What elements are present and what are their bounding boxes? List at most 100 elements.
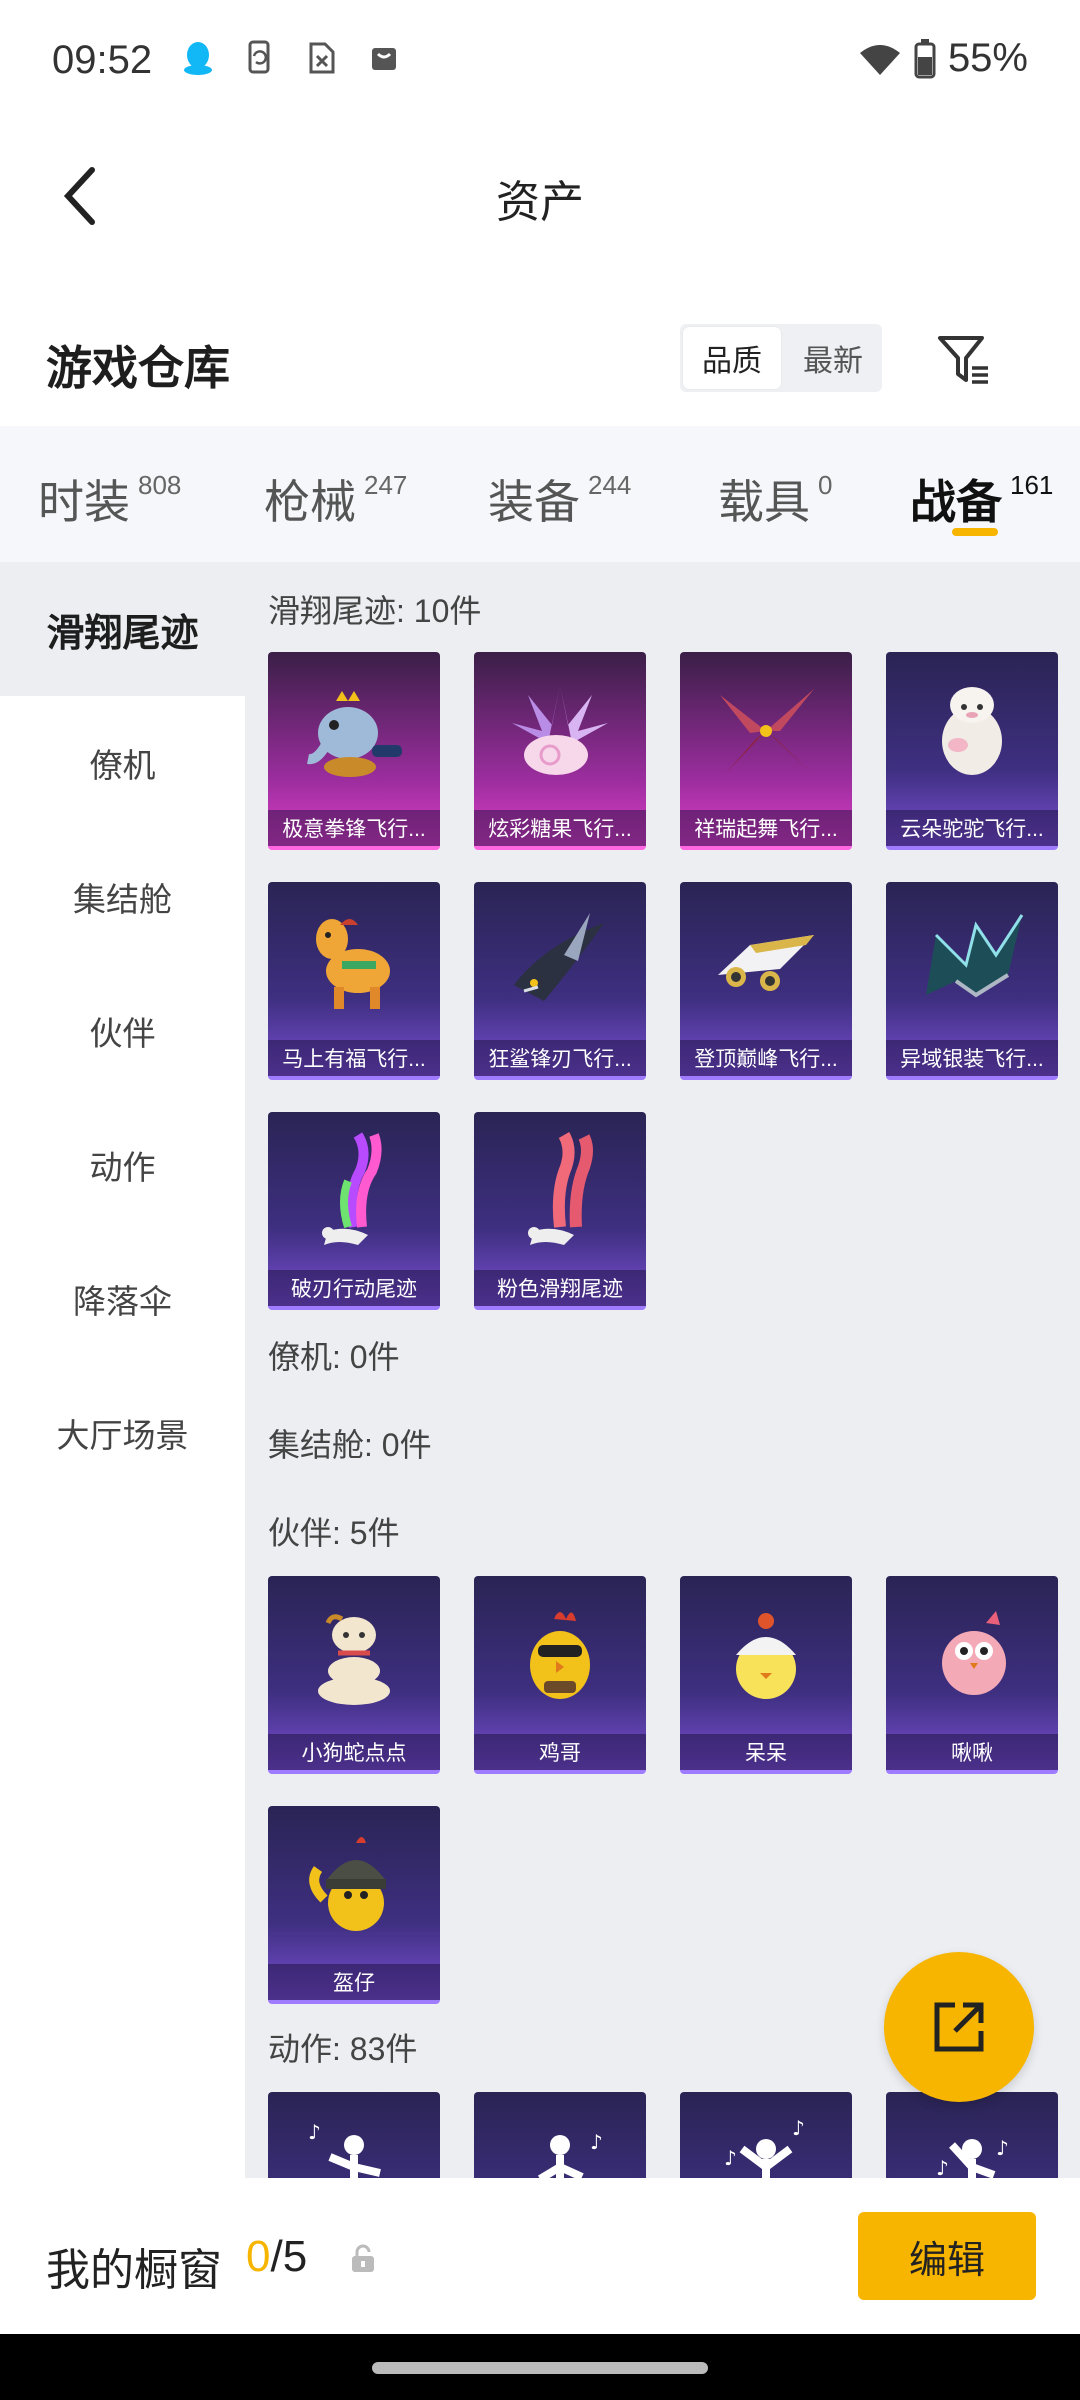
exotic-silver-wings-image [916, 902, 1028, 1020]
sort-newest-option[interactable]: 最新 [784, 324, 882, 392]
item-card[interactable]: 小狗蛇点点 [268, 1576, 440, 1774]
chicken-bro-image [504, 1596, 616, 1714]
side-item-action[interactable]: 动作 [0, 1098, 245, 1232]
dudu-chick-image [710, 1596, 822, 1714]
side-item-glide-trail[interactable]: 滑翔尾迹 [0, 562, 245, 696]
status-time: 09:52 [52, 38, 153, 82]
item-card[interactable]: 登顶巅峰飞行... [680, 882, 852, 1080]
phone-sync-icon [242, 40, 278, 76]
side-item-parachute[interactable]: 降落伞 [0, 1232, 245, 1366]
showcase-total: /5 [270, 2232, 308, 2281]
item-card[interactable]: 鸡哥 [474, 1576, 646, 1774]
rainbow-trail-image [298, 1132, 410, 1250]
wifi-icon [859, 44, 900, 75]
pink-trail-image [504, 1132, 616, 1250]
item-card[interactable]: 马上有福飞行... [268, 882, 440, 1080]
showcase-count: 0/5 [246, 2232, 307, 2282]
page-title: 资产 [496, 178, 584, 227]
tab-firearms[interactable]: 枪械 247 [264, 466, 407, 532]
bag-icon [366, 40, 402, 76]
item-label: 粉色滑翔尾迹 [474, 1270, 646, 1306]
tab-label: 载具 [718, 476, 810, 528]
section-title-wingman: 僚机: 0件 [268, 1339, 400, 1375]
item-card[interactable]: 极意拳锋飞行... [268, 652, 440, 850]
helmet-chick-image [298, 1826, 410, 1944]
dance-pose-image: ♪ [504, 2112, 616, 2178]
tab-equipment[interactable]: 装备 244 [488, 466, 631, 532]
dance-pose-image: ♪ ♪ [916, 2112, 1028, 2178]
lock-icon [352, 2244, 374, 2272]
sort-quality-option[interactable]: 品质 [683, 327, 781, 389]
item-label: 盔仔 [268, 1964, 440, 2000]
item-card[interactable]: 云朵驼驼飞行... [886, 652, 1058, 850]
filter-icon [938, 336, 988, 384]
tab-count: 0 [818, 470, 833, 500]
item-card[interactable]: 啾啾 [886, 1576, 1058, 1774]
active-tab-indicator [952, 528, 998, 536]
svg-text:♪: ♪ [308, 2120, 321, 2144]
item-card[interactable]: 破刃行动尾迹 [268, 1112, 440, 1310]
share-button[interactable] [884, 1952, 1034, 2102]
puppy-snake-image [298, 1596, 410, 1714]
item-content: 滑翔尾迹: 10件 极意拳锋飞行... 炫彩糖果飞行... 祥瑞起舞飞行... … [245, 562, 1080, 2178]
warehouse-header: 游戏仓库 品质 最新 [0, 300, 1080, 426]
shark-blade-image [504, 902, 616, 1020]
external-link-icon [934, 2002, 984, 2052]
tab-label: 装备 [488, 476, 580, 528]
side-item-lobby-scene[interactable]: 大厅场景 [0, 1366, 245, 1500]
section-title-action: 动作: 83件 [268, 2031, 418, 2067]
item-card[interactable]: 呆呆 [680, 1576, 852, 1774]
showcase-label: 我的橱窗 [46, 2246, 222, 2295]
action-card[interactable]: ♪ [474, 2092, 646, 2178]
tab-fashion[interactable]: 时装 808 [38, 466, 181, 532]
action-card[interactable]: ♪ [268, 2092, 440, 2178]
showcase-bar: 我的橱窗 0/5 编辑 [0, 2178, 1080, 2334]
item-card[interactable]: 炫彩糖果飞行... [474, 652, 646, 850]
tab-count: 161 [1010, 470, 1054, 500]
item-label: 狂鲨锋刃飞行... [474, 1040, 646, 1076]
svg-text:♪: ♪ [936, 2156, 949, 2178]
tab-vehicles[interactable]: 载具 0 [718, 466, 832, 532]
side-item-wingman[interactable]: 僚机 [0, 696, 245, 830]
edit-button[interactable]: 编辑 [858, 2212, 1036, 2300]
elephant-fighter-image [298, 672, 410, 790]
item-label: 祥瑞起舞飞行... [680, 810, 852, 846]
svg-text:♪: ♪ [996, 2136, 1009, 2160]
filter-button[interactable] [928, 324, 1000, 396]
item-card[interactable]: 狂鲨锋刃飞行... [474, 882, 646, 1080]
item-label: 小狗蛇点点 [268, 1734, 440, 1770]
notification-icons [180, 40, 402, 76]
item-card[interactable]: 祥瑞起舞飞行... [680, 652, 852, 850]
item-card[interactable]: 盔仔 [268, 1806, 440, 2004]
status-bar: 09:52 55% [0, 0, 1080, 128]
home-indicator[interactable] [372, 2362, 708, 2374]
item-label: 极意拳锋飞行... [268, 810, 440, 846]
action-card[interactable]: ♪ ♪ [886, 2092, 1058, 2178]
item-card[interactable]: 粉色滑翔尾迹 [474, 1112, 646, 1310]
sim-x-icon [304, 40, 340, 76]
cloud-alpaca-image [916, 672, 1028, 790]
side-nav: 滑翔尾迹 僚机 集结舱 伙伴 动作 降落伞 大厅场景 [0, 562, 245, 2178]
warehouse-title: 游戏仓库 [46, 342, 230, 394]
qq-icon [180, 40, 216, 76]
side-item-partner[interactable]: 伙伴 [0, 964, 245, 1098]
side-item-capsule[interactable]: 集结舱 [0, 830, 245, 964]
dance-pose-image: ♪ ♪ [710, 2112, 822, 2178]
tab-label: 时装 [38, 476, 130, 528]
tab-combat-gear[interactable]: 战备 161 [910, 466, 1053, 532]
svg-text:♪: ♪ [724, 2146, 737, 2170]
action-card[interactable]: ♪ ♪ [680, 2092, 852, 2178]
item-card[interactable]: 异域银装飞行... [886, 882, 1058, 1080]
dragonfly-wing-image [710, 672, 822, 790]
status-right: 55% [858, 36, 1028, 81]
item-label: 马上有福飞行... [268, 1040, 440, 1076]
item-label: 云朵驼驼飞行... [886, 810, 1058, 846]
summit-wings-image [710, 902, 822, 1020]
dance-pose-image: ♪ [298, 2112, 410, 2178]
sort-segmented-control: 品质 最新 [680, 324, 882, 392]
showcase-current: 0 [246, 2232, 271, 2281]
battery-icon [914, 38, 936, 78]
item-label: 啾啾 [886, 1734, 1058, 1770]
item-label: 登顶巅峰飞行... [680, 1040, 852, 1076]
tab-label: 战备 [910, 476, 1002, 528]
